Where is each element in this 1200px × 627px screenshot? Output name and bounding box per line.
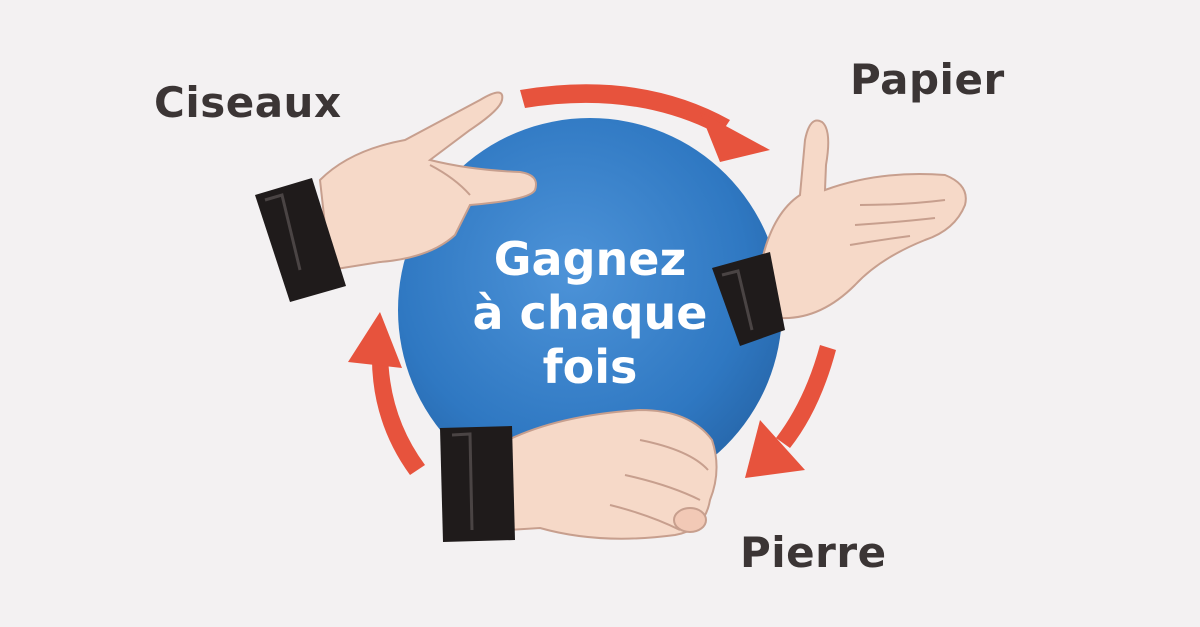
rock-hand-icon — [440, 408, 718, 542]
headline-line-1: Gagnez — [493, 232, 687, 286]
label-rock: Pierre — [740, 528, 887, 577]
label-scissors: Ciseaux — [154, 78, 342, 127]
center-headline: Gagnez à chaque fois — [400, 232, 780, 394]
label-paper: Papier — [850, 55, 1005, 104]
headline-line-2: à chaque — [472, 286, 708, 340]
headline-line-3: fois — [542, 340, 638, 394]
